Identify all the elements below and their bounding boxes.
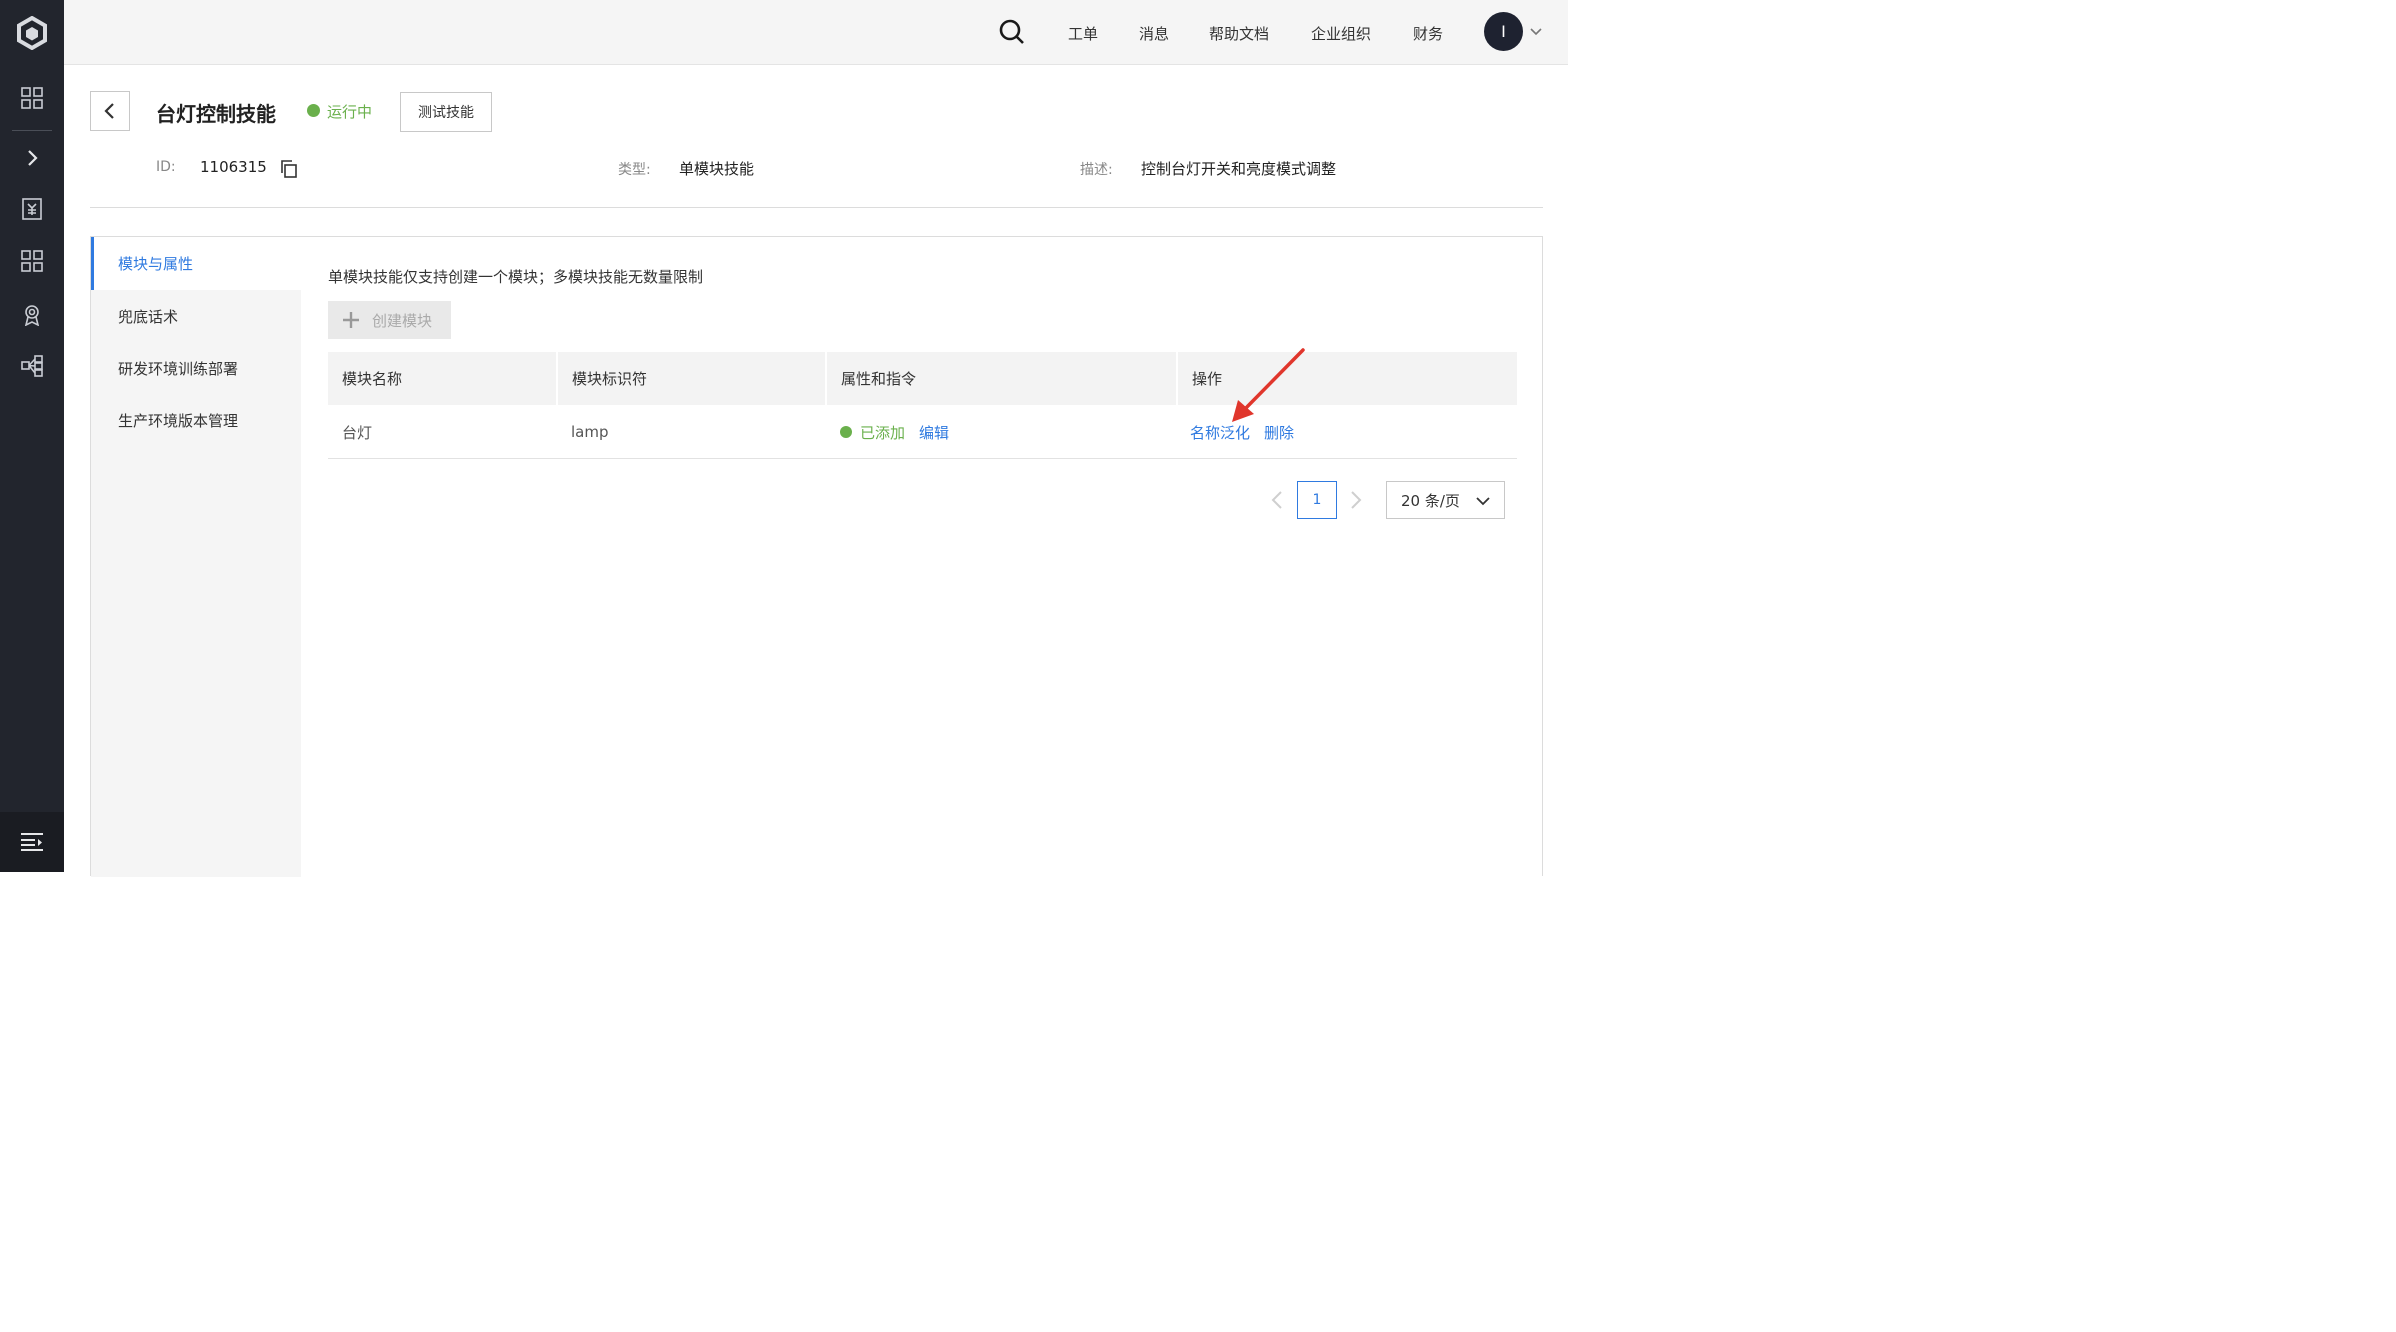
content-panel: 模块与属性 兜底话术 研发环境训练部署 生产环境版本管理 单模块技能仅支持创建一… — [90, 236, 1543, 877]
grid-icon[interactable] — [0, 78, 64, 118]
column-header-attributes: 属性和指令 — [827, 352, 1176, 405]
search-icon[interactable] — [997, 17, 1027, 47]
status-dot — [307, 104, 320, 117]
column-header-name: 模块名称 — [328, 352, 556, 405]
column-header-actions: 操作 — [1178, 352, 1517, 405]
name-generalize-link[interactable]: 名称泛化 — [1190, 422, 1250, 443]
sidebar-divider — [12, 130, 52, 131]
nav-help-docs[interactable]: 帮助文档 — [1209, 23, 1269, 44]
nav-messages[interactable]: 消息 — [1139, 23, 1169, 44]
page-number-current[interactable]: 1 — [1297, 481, 1337, 519]
tab-production-versions[interactable]: 生产环境版本管理 — [91, 394, 301, 447]
page-title: 台灯控制技能 — [156, 102, 276, 126]
create-module-label: 创建模块 — [372, 311, 433, 330]
back-button[interactable] — [90, 91, 130, 131]
divider — [90, 207, 1543, 208]
description-label: 描述: — [1080, 162, 1113, 178]
flow-icon[interactable] — [0, 346, 64, 386]
chevron-down-icon — [1476, 497, 1490, 506]
grid-icon[interactable] — [0, 241, 64, 281]
table-header: 模块名称 模块标识符 属性和指令 操作 — [328, 352, 1517, 405]
side-tabs: 模块与属性 兜底话术 研发环境训练部署 生产环境版本管理 — [91, 237, 301, 877]
plus-icon — [343, 312, 359, 328]
tab-dev-training-deploy[interactable]: 研发环境训练部署 — [91, 342, 301, 395]
top-bar: 工单 消息 帮助文档 企业组织 财务 I — [64, 0, 1568, 65]
status-badge: 运行中 — [327, 103, 373, 121]
id-value: 1106315 — [200, 158, 267, 176]
added-status: 已添加 — [860, 423, 906, 442]
left-sidebar — [0, 0, 64, 872]
table-row: 台灯 lamp 已添加 编辑 名称泛化 删除 — [328, 405, 1517, 459]
create-module-button: 创建模块 — [328, 301, 451, 339]
nav-ticket[interactable]: 工单 — [1068, 23, 1098, 44]
tab-modules-attributes[interactable]: 模块与属性 — [91, 237, 301, 290]
description-value: 控制台灯开关和亮度模式调整 — [1141, 160, 1337, 178]
tab-fallback-responses[interactable]: 兜底话术 — [91, 290, 301, 343]
edit-link[interactable]: 编辑 — [919, 422, 949, 443]
page-size-select[interactable]: 20 条/页 — [1386, 481, 1505, 519]
copy-icon[interactable] — [280, 160, 298, 178]
page-size-value: 20 条/页 — [1401, 491, 1460, 510]
delete-link[interactable]: 删除 — [1264, 422, 1294, 443]
added-status-dot — [840, 426, 852, 438]
type-label: 类型: — [618, 162, 651, 178]
nav-organization[interactable]: 企业组织 — [1311, 23, 1371, 44]
chevron-right-icon[interactable] — [0, 138, 64, 178]
cell-module-identifier: lamp — [571, 423, 609, 441]
menu-collapse-icon[interactable] — [0, 812, 64, 872]
chevron-left-icon — [104, 103, 114, 119]
test-skill-button[interactable]: 测试技能 — [400, 92, 492, 132]
cube-logo-icon[interactable] — [0, 13, 64, 53]
type-value: 单模块技能 — [679, 160, 755, 178]
badge-icon[interactable] — [0, 295, 64, 335]
next-page-icon[interactable] — [1349, 489, 1363, 511]
prev-page-icon[interactable] — [1270, 489, 1284, 511]
column-header-identifier: 模块标识符 — [558, 352, 825, 405]
module-hint: 单模块技能仅支持创建一个模块；多模块技能无数量限制 — [328, 268, 704, 286]
chevron-down-icon[interactable] — [1529, 24, 1543, 38]
avatar[interactable]: I — [1484, 12, 1523, 51]
cell-attributes: 已添加 编辑 — [826, 405, 949, 459]
id-label: ID: — [156, 159, 176, 175]
cell-module-name: 台灯 — [342, 423, 373, 442]
nav-finance[interactable]: 财务 — [1413, 23, 1443, 44]
cell-actions: 名称泛化 删除 — [1176, 405, 1294, 459]
receipt-icon[interactable] — [0, 189, 64, 229]
